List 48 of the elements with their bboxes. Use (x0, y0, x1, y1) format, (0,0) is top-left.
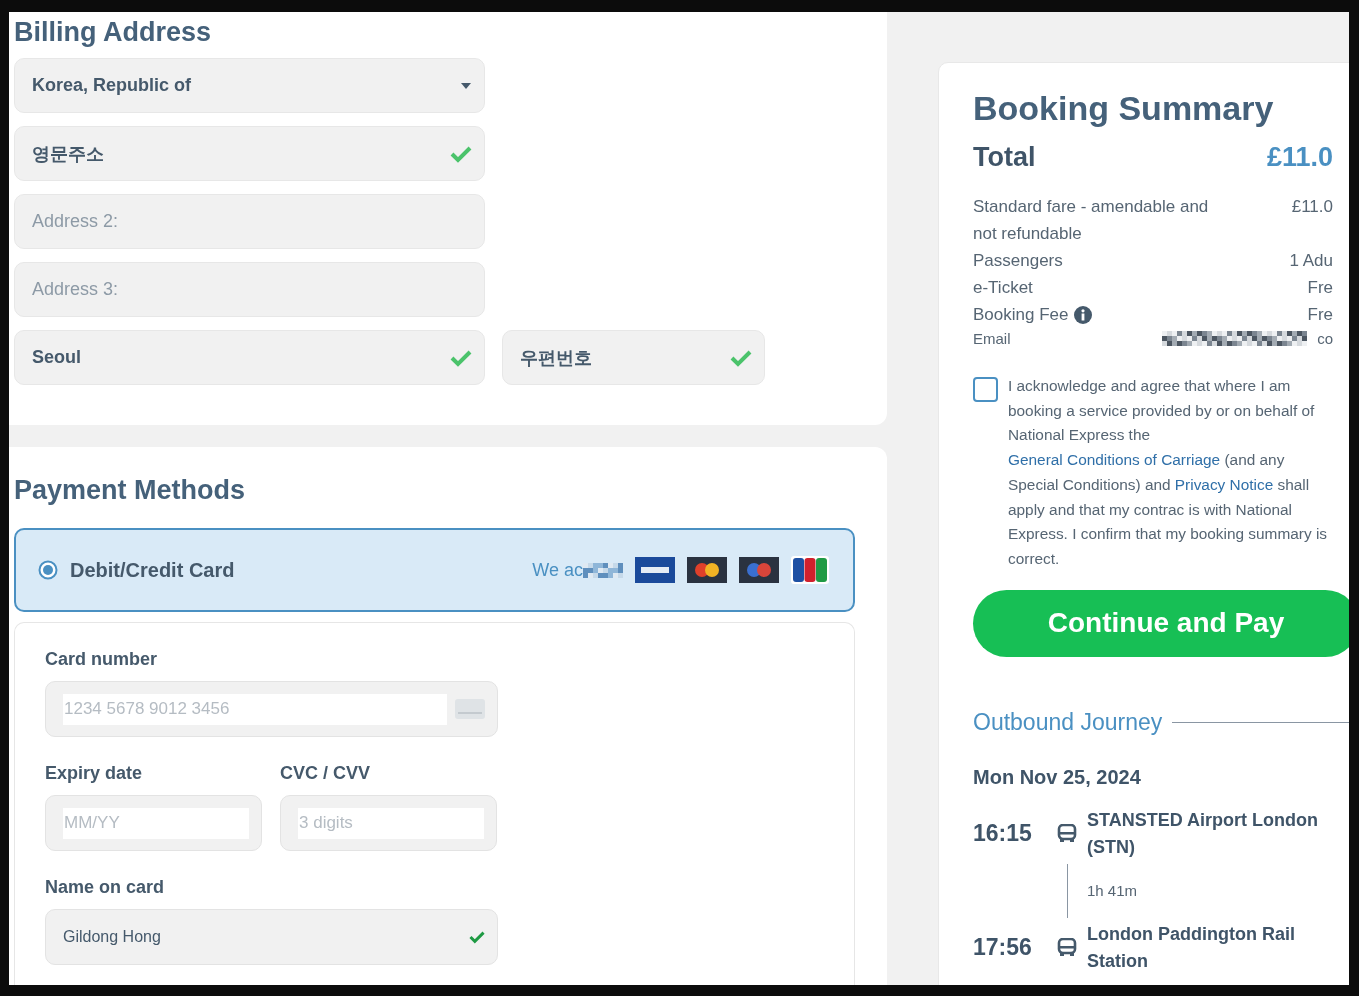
summary-label: Standard fare - amendable and not refundable (973, 196, 1210, 245)
stop-name: STANSTED Airport London (STN) (1087, 808, 1319, 859)
summary-label: Passengers (973, 250, 1063, 272)
journey-duration: 1h 41m (1087, 882, 1139, 900)
field-label: Card number (45, 649, 159, 670)
stop-name: London Paddington Rail Station (1087, 922, 1296, 973)
summary-value: co (1316, 330, 1334, 347)
field-label: Name on card (45, 877, 166, 898)
payment-method-option[interactable]: Debit/Credit Card We ac (14, 528, 855, 612)
section-heading: Payment Methods (14, 475, 247, 506)
card-icon (455, 699, 485, 719)
card-logo-icon (635, 557, 675, 583)
dropdown-caret-icon (460, 81, 472, 90)
summary-label: Booking Fee (973, 304, 1069, 326)
summary-title: Booking Summary (973, 89, 1275, 128)
country-select[interactable]: Korea, Republic of (14, 58, 485, 113)
terms-link[interactable]: General Conditions of Carriage (1008, 451, 1221, 469)
summary-value: 1 Adu (1289, 250, 1334, 272)
summary-label: Email (973, 330, 1011, 347)
address-field[interactable]: 영문주소 (14, 126, 485, 181)
card-logo-icon (739, 557, 779, 583)
consent-text: I acknowledge and agree that where I am booking a service provided by or on behalf of National Express the General Conditions of Carriage (and any Special Conditions) and Privacy Notice shall apply and that my contrac is with National Express. I confirm that my booking summary is correct. (1008, 376, 1329, 569)
bus-icon (1057, 938, 1077, 958)
redaction-mask (583, 562, 623, 578)
total-label: Total (973, 142, 1036, 173)
journey-date: Mon Nov 25, 2024 (973, 765, 1142, 789)
summary-value: Fre (1307, 277, 1334, 299)
summary-value: Fre (1307, 304, 1334, 326)
consent-checkbox[interactable] (973, 377, 998, 402)
summary-value: £11.0 (1291, 196, 1334, 218)
journey-heading: Outbound Journey (973, 708, 1163, 736)
card-logo-icon (791, 556, 829, 584)
field-label: CVC / CVV (280, 763, 372, 784)
address-field[interactable]: 우편번호 (502, 330, 765, 385)
info-icon (1074, 305, 1093, 324)
accept-text: We ac (532, 559, 583, 581)
address-field[interactable]: Seoul (14, 330, 485, 385)
bus-icon (1057, 824, 1077, 844)
card-logo-icon (687, 557, 727, 583)
radio-icon (38, 560, 58, 580)
section-heading: Billing Address (14, 16, 213, 49)
total-price: £11.0 (1266, 142, 1334, 173)
summary-label: e-Ticket (973, 277, 1033, 299)
name-field[interactable]: Gildong Hong (45, 909, 498, 965)
stop-time: 17:56 (973, 934, 1033, 962)
field-label: Expiry date (45, 763, 144, 784)
terms-link[interactable]: Privacy Notice (1174, 475, 1274, 493)
stop-time: 16:15 (973, 820, 1033, 848)
